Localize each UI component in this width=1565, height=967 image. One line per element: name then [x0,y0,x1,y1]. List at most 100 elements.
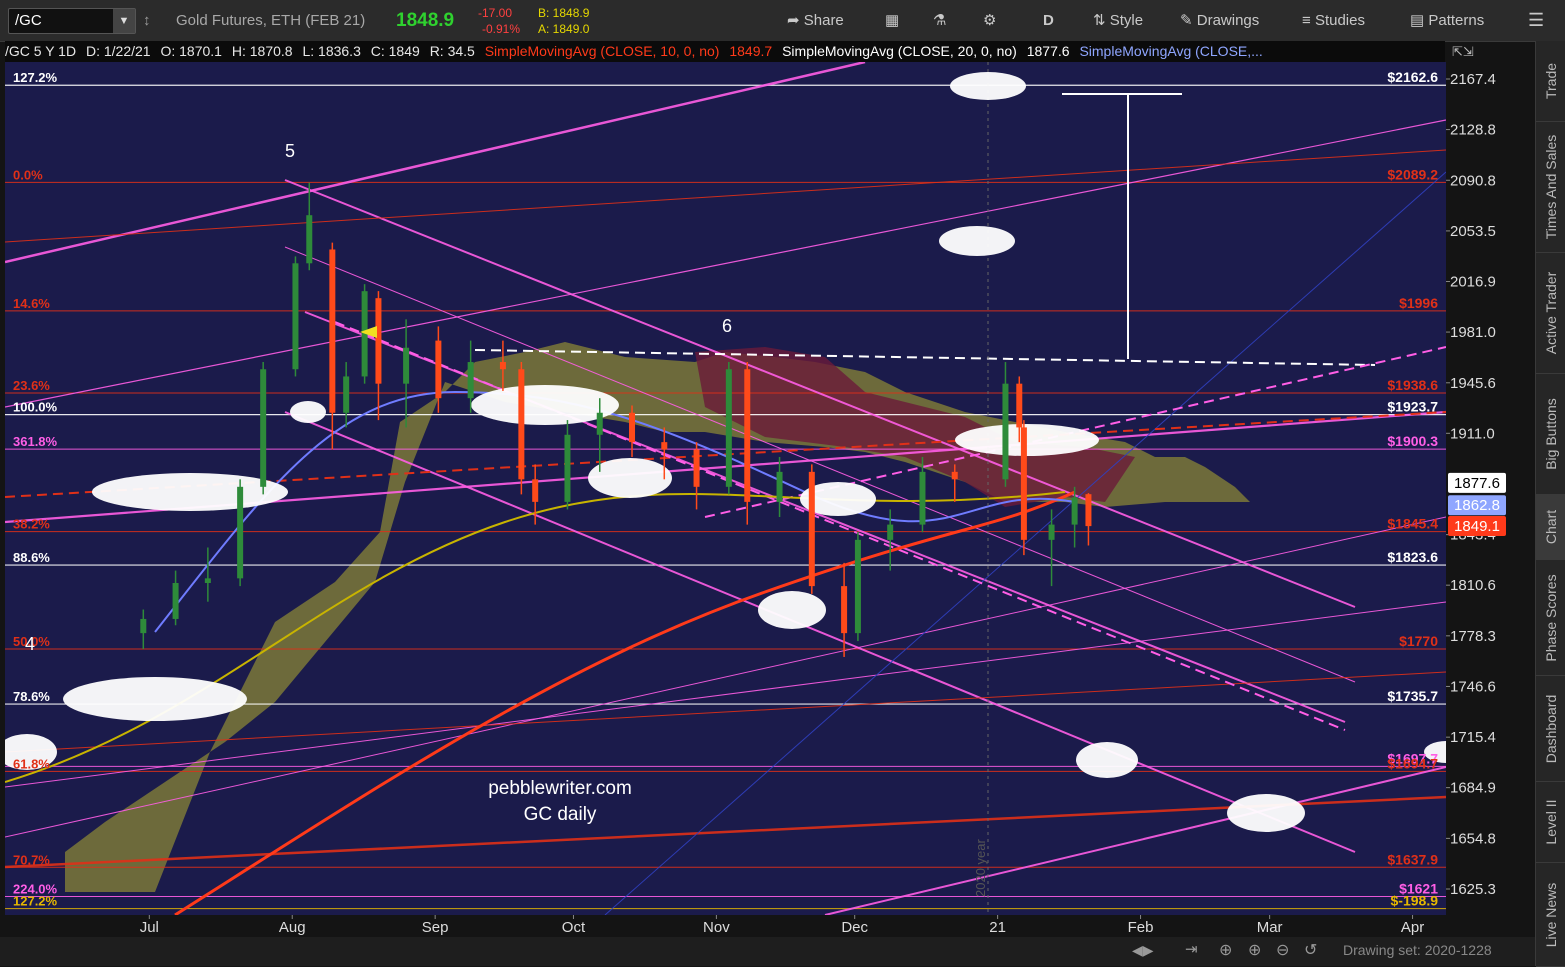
share-button[interactable]: ➦ Share [787,0,844,41]
info-symbol: /GC 5 Y 1D [5,43,77,59]
flask-icon[interactable]: ⚗ [933,0,946,41]
chart-plot-area[interactable]: $2162.6 $2089.2 $1996 $1938.6 $1923.7 $1900.3… [0,60,1468,917]
sidebar-item-live-news[interactable]: Live News [1536,863,1565,967]
candle-body [260,369,267,487]
fib-level-label: 61.8% [13,756,50,771]
fib-level-label: 38.2% [13,517,50,532]
sma50-label: SimpleMovingAvg (CLOSE,... [1079,43,1263,59]
x-tick-label: Aug [279,919,306,936]
sma20-label: SimpleMovingAvg (CLOSE, 20, 0, no) [782,43,1017,59]
chevron-down-icon[interactable]: ▼ [113,9,135,33]
x-tick-label: Mar [1257,919,1283,936]
info-open: O: 1870.1 [160,43,222,59]
pencil-icon: ✎ [1180,12,1193,29]
style-label: Style [1109,12,1144,29]
fib-level-label: 14.6% [13,296,50,311]
link-icon[interactable]: ↕ [143,0,151,41]
sidebar-item-trade[interactable]: Trade [1536,41,1565,122]
candle-body [403,347,410,384]
candle-body [1048,524,1055,540]
drawings-button[interactable]: ✎ Drawings [1180,0,1259,41]
price-level-label: $1923.7 [1387,399,1438,415]
flexible-grid-button[interactable]: ▦ [885,0,899,41]
wave-label: 6 [722,316,732,336]
fib-level-label: 127.2% [13,70,58,85]
sidebar-item-dashboard[interactable]: Dashboard [1536,676,1565,782]
sidebar-item-phase-scores[interactable]: Phase Scores [1536,560,1565,676]
sidebar-item-active-trader[interactable]: Active Trader [1536,253,1565,374]
wave-label: 4 [25,634,35,654]
year-marker-label: 2020 year [973,839,988,897]
candle-body [596,412,603,435]
candle-body [435,340,442,399]
candle-body [1002,383,1009,480]
price-level-label: $2089.2 [1387,166,1438,182]
candle-body [306,215,313,264]
price-level-label: $1637.9 [1387,851,1438,867]
zoom-in-icon[interactable]: ⊕ [1248,940,1261,960]
scroll-left-icon[interactable]: ◀▶ [1132,942,1154,959]
candle-body [329,249,336,413]
drawings-label: Drawings [1196,12,1260,29]
drawing-set-label[interactable]: Drawing set: 2020-1228 [1343,942,1492,958]
aggregation-button[interactable]: D [1043,0,1054,41]
zoom-out-icon[interactable]: ⊖ [1276,940,1289,960]
fib-level-label: 100.0% [13,400,58,415]
sidebar-label-trade: Trade [1543,62,1559,100]
info-close: C: 1849 [370,43,420,59]
target-ellipse [939,226,1015,256]
price-level-label: $1900.3 [1387,433,1438,449]
y-tick-label: 1981.0 [1450,324,1496,341]
fib-level-label: 127.2% [13,894,58,909]
price-axis[interactable]: 2167.4 2128.8 2090.8 2053.5 2016.9 1981.0 1945… [1446,62,1533,915]
candle-body [343,376,350,413]
zoom-reset-icon[interactable]: ↺ [1304,940,1317,960]
crosshair-icon[interactable]: ⊕ [1219,940,1232,960]
menu-icon[interactable]: ☰ [1528,0,1544,41]
x-tick-label: Jul [140,919,159,936]
style-button[interactable]: ⇅ Style [1093,0,1143,41]
candle-body [1020,427,1027,540]
price-level-label: $2162.6 [1387,69,1438,85]
sidebar-label-level-ii: Level II [1543,799,1559,845]
x-tick-label: Dec [841,919,868,936]
y-tick-label: 2016.9 [1450,274,1496,291]
info-high: H: 1870.8 [231,43,293,59]
ask-price: A: 1849.0 [538,22,590,36]
candle-body [1071,497,1078,525]
last-price: 1848.9 [396,10,455,31]
sidebar-label-phase-scores: Phase Scores [1543,573,1559,662]
info-date: D: 1/22/21 [85,43,151,59]
target-ellipse [1227,794,1305,832]
right-sidebar: Trade Times And Sales Active Trader Big … [1535,41,1565,967]
net-change-pct: -0.91% [482,22,521,36]
bid-price: B: 1848.9 [538,6,590,20]
sidebar-item-chart[interactable]: Chart [1536,495,1565,560]
sidebar-item-big-buttons[interactable]: Big Buttons [1536,374,1565,495]
studies-button[interactable]: ≡ Studies [1302,0,1365,41]
candle-body [951,471,958,480]
price-axis-svg: 2167.4 2128.8 2090.8 2053.5 2016.9 1981.0 1945… [1446,71,1506,898]
patterns-button[interactable]: ▤ Patterns [1410,0,1484,41]
scroll-end-icon[interactable]: ⇥ [1185,940,1198,958]
current-price-label: 1877.6 [1454,475,1500,492]
sidebar-item-level-ii[interactable]: Level II [1536,782,1565,863]
time-axis[interactable]: Jul Aug Sep Oct Nov Dec 21 Feb Mar Apr [5,915,1446,937]
x-tick-label: Nov [703,919,730,936]
y-tick-label: 2167.4 [1450,71,1496,88]
symbol-input[interactable]: /GC ▼ [8,8,136,34]
sidebar-item-times-and-sales[interactable]: Times And Sales [1536,122,1565,253]
x-tick-label: Feb [1128,919,1154,936]
price-level-label: $-198.9 [1391,893,1439,909]
studies-label: Studies [1314,12,1365,29]
candle-body [661,442,668,450]
time-axis-svg: Jul Aug Sep Oct Nov Dec 21 Feb Mar Apr [140,915,1424,936]
fib-level-label: 78.6% [13,689,50,704]
patterns-icon: ▤ [1410,12,1425,29]
y-tick-label: 1625.3 [1450,881,1496,898]
collapse-icon[interactable]: ⇱⇲ [1452,44,1474,60]
candle-body [744,369,751,502]
gear-icon[interactable]: ⚙ [983,0,996,41]
candle-body [375,298,382,384]
price-level-label: $1770 [1399,633,1438,649]
